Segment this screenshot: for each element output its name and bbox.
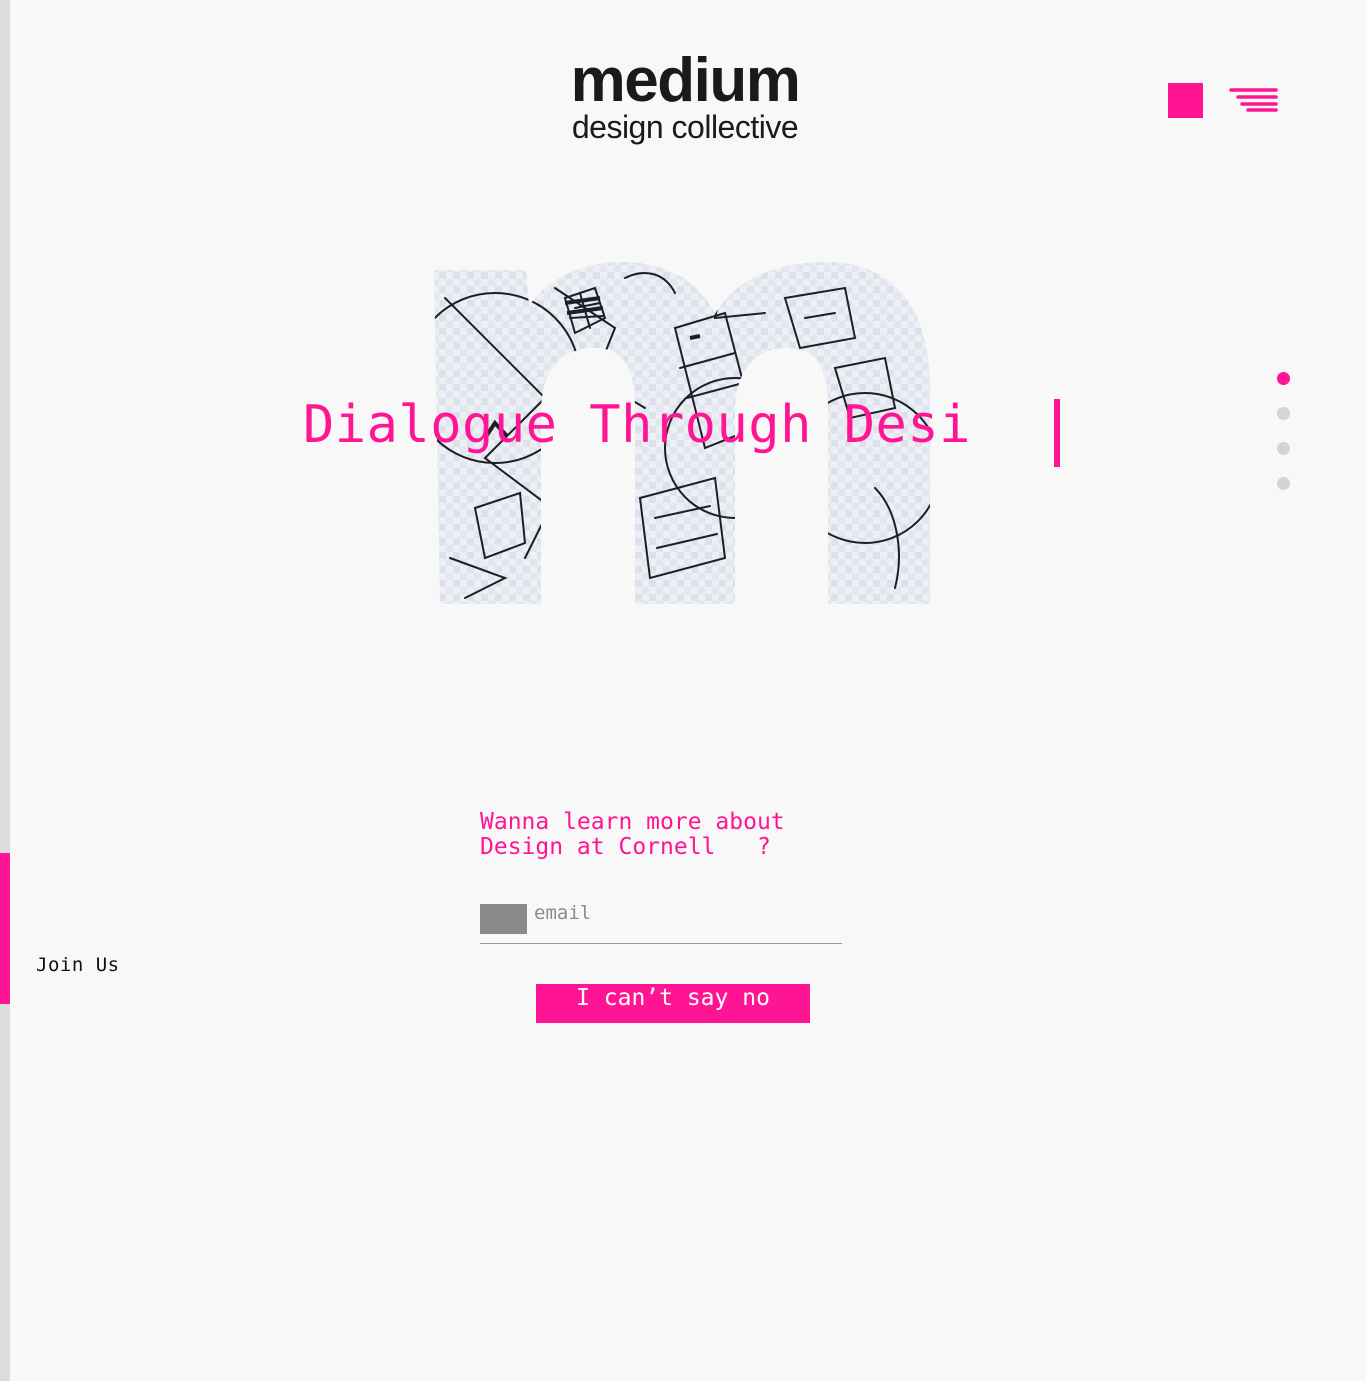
- slide-dot-1[interactable]: [1277, 372, 1290, 385]
- signup-submit-label: I can’t say no: [576, 984, 770, 1011]
- site-logo[interactable]: medium design collective: [558, 46, 812, 145]
- logo-tagline: design collective: [571, 109, 799, 145]
- slide-dot-4[interactable]: [1277, 477, 1290, 490]
- hamburger-menu-button[interactable]: [1228, 86, 1280, 114]
- left-rail: [0, 0, 10, 1381]
- slide-dot-3[interactable]: [1277, 442, 1290, 455]
- square-icon[interactable]: [1168, 83, 1203, 118]
- signup-submit-button[interactable]: I can’t say no: [536, 984, 810, 1023]
- logo-wordmark: medium: [570, 46, 801, 115]
- hamburger-menu-icon: [1229, 88, 1278, 112]
- slide-dot-2[interactable]: [1277, 407, 1290, 420]
- signup-prompt: Wanna learn more about Design at Cornell…: [480, 809, 785, 860]
- hero-headline: Dialogue Through Desi: [303, 395, 971, 455]
- join-us-link[interactable]: Join Us: [36, 954, 120, 976]
- email-field-row: [480, 900, 842, 944]
- typing-cursor: [1054, 399, 1060, 467]
- email-icon: [480, 904, 527, 934]
- hero-headline-row: Dialogue Through Desi: [303, 395, 1063, 470]
- email-input[interactable]: [530, 900, 834, 926]
- left-rail-active-marker: [0, 853, 10, 1004]
- slide-pagination: [1277, 372, 1293, 512]
